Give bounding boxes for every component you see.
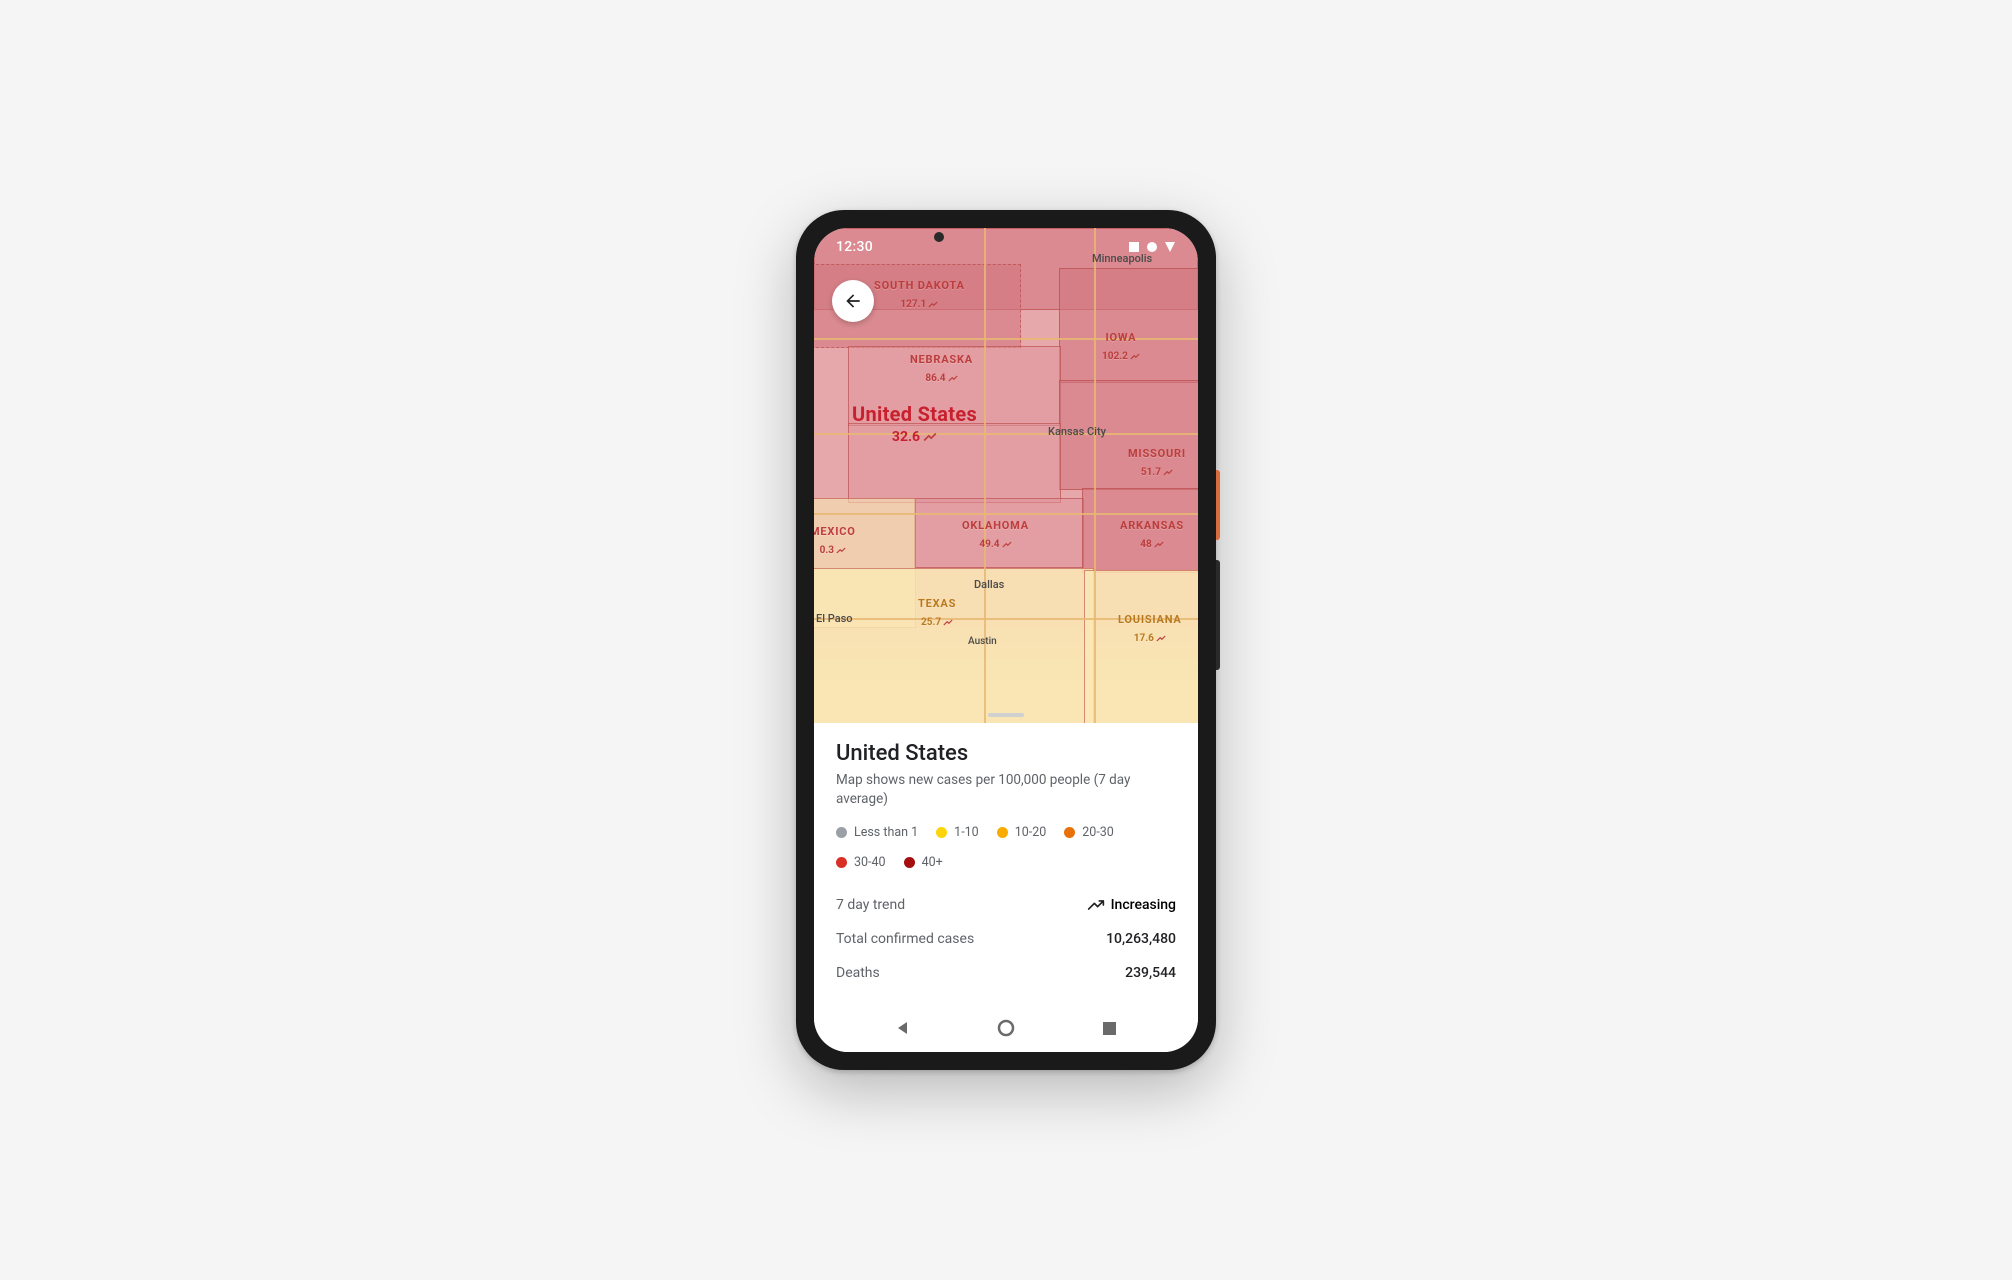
legend: Less than 1 1-10 10-20 20-30 30-40 [836,825,1176,870]
legend-dot-icon [997,827,1008,838]
back-button[interactable] [832,280,874,322]
legend-dot-icon [836,827,847,838]
city-el-paso[interactable]: El Paso [816,612,853,625]
stat-confirmed: Total confirmed cases 10,263,480 [836,922,1176,956]
city-kansas-city[interactable]: Kansas City [1048,425,1106,438]
trend-value: Increasing [1087,897,1176,913]
legend-item: 40+ [904,855,943,870]
stat-trend: 7 day trend Increasing [836,888,1176,922]
country-label: United States 32.6 [852,402,977,445]
status-icons [1128,241,1176,253]
legend-dot-icon [936,827,947,838]
info-card[interactable]: United States Map shows new cases per 10… [814,723,1198,1004]
legend-item: 1-10 [936,825,979,840]
screen: 12:30 [814,228,1198,1052]
nav-back-button[interactable] [889,1014,917,1042]
map-area[interactable]: SOUTH DAKOTA 127.1 NEBRASKA 86.4 IOWA 10… [814,228,1198,723]
volume-button [1216,560,1220,670]
circle-icon [1146,241,1158,253]
legend-item: 20-30 [1064,825,1114,840]
arrow-left-icon [843,291,863,311]
square-icon [1102,1021,1117,1036]
legend-item: 10-20 [997,825,1047,840]
triangle-down-icon [1164,241,1176,253]
city-dallas[interactable]: Dallas [974,578,1004,591]
stat-deaths: Deaths 239,544 [836,956,1176,990]
power-button [1216,470,1220,540]
legend-dot-icon [904,857,915,868]
drag-handle[interactable] [988,713,1024,717]
city-austin[interactable]: Austin [968,636,997,647]
card-title: United States [836,741,1176,766]
status-bar: 12:30 [814,228,1198,266]
nav-recents-button[interactable] [1095,1014,1123,1042]
circle-icon [997,1019,1015,1037]
status-time: 12:30 [836,239,873,255]
legend-dot-icon [836,857,847,868]
phone-frame: 12:30 [796,210,1216,1070]
legend-dot-icon [1064,827,1075,838]
nav-home-button[interactable] [992,1014,1020,1042]
system-nav-bar [814,1004,1198,1052]
legend-item: 30-40 [836,855,886,870]
square-icon [1128,241,1140,253]
triangle-left-icon [895,1020,911,1036]
legend-item: Less than 1 [836,825,918,840]
trending-up-icon [1087,899,1105,911]
card-subtitle: Map shows new cases per 100,000 people (… [836,771,1176,809]
